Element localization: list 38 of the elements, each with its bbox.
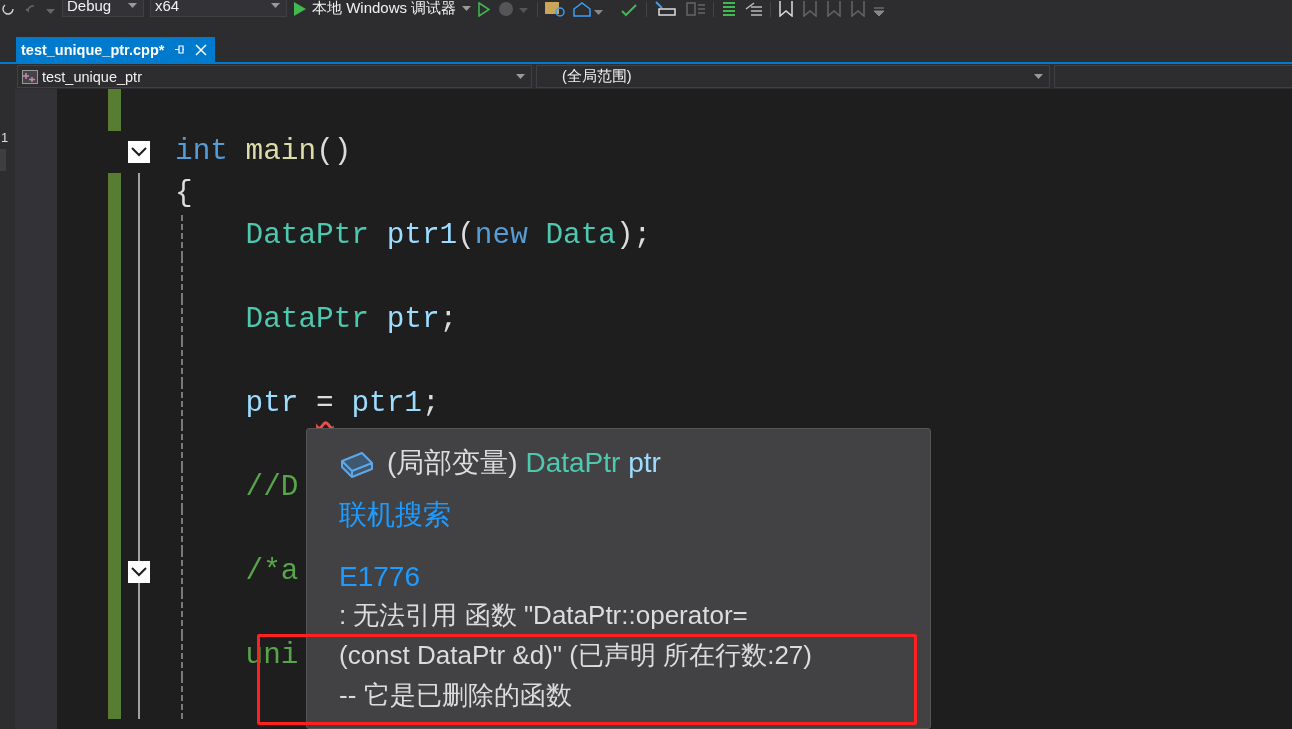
redo-icon[interactable] bbox=[2, 3, 16, 17]
project-icon[interactable] bbox=[22, 69, 38, 84]
code-line: ptr = ptr1; bbox=[245, 387, 440, 420]
caret-icon bbox=[516, 74, 525, 79]
code-line: /*a bbox=[245, 555, 299, 588]
play-icon bbox=[293, 1, 306, 16]
uncomment-lines-icon[interactable] bbox=[744, 1, 765, 17]
error-message-line: (const DataPtr &d)" (已声明 所在行数:27) bbox=[339, 639, 812, 672]
find-icon[interactable] bbox=[544, 1, 567, 17]
pin-icon[interactable] bbox=[174, 44, 186, 55]
caret-icon bbox=[1034, 74, 1043, 79]
code-line: { bbox=[175, 177, 193, 210]
file-tab[interactable]: test_unique_ptr.cpp* bbox=[16, 37, 216, 62]
previous-bookmark-icon[interactable] bbox=[801, 1, 820, 17]
error-message-line: : 无法引用 函数 "DataPtr::operator= bbox=[339, 599, 748, 632]
scope-dropdown[interactable]: (全局范围) bbox=[536, 65, 1050, 88]
project-dropdown[interactable]: test_unique_ptr bbox=[17, 65, 532, 88]
caret-icon bbox=[128, 2, 137, 8]
caret-icon bbox=[271, 2, 280, 8]
code-line: int main() bbox=[175, 135, 352, 168]
collapse-toggle[interactable] bbox=[128, 141, 150, 163]
bookmark-icon[interactable] bbox=[777, 1, 796, 17]
code-line: DataPtr ptr; bbox=[245, 303, 458, 336]
code-line: //D bbox=[245, 471, 299, 504]
error-message-line: -- 它是已删除的函数 bbox=[339, 679, 572, 712]
collapse-toggle[interactable] bbox=[128, 561, 150, 583]
close-icon[interactable] bbox=[195, 43, 208, 56]
play-outline-icon[interactable] bbox=[477, 2, 492, 17]
overflow-icon[interactable] bbox=[873, 7, 886, 17]
next-bookmark-icon[interactable] bbox=[825, 1, 844, 17]
caret-icon bbox=[462, 6, 472, 11]
platform-dropdown[interactable]: x64 bbox=[150, 0, 287, 17]
start-debugging-button[interactable]: 本地 Windows 调试器 bbox=[293, 0, 472, 17]
configuration-dropdown[interactable]: Debug bbox=[62, 0, 144, 17]
undo-icon[interactable] bbox=[22, 3, 56, 17]
code-line: DataPtr ptr1(new Data); bbox=[245, 219, 652, 252]
side-panel-text: 1 bbox=[1, 130, 9, 145]
symbol-signature: (局部变量) DataPtr ptr bbox=[387, 446, 661, 480]
